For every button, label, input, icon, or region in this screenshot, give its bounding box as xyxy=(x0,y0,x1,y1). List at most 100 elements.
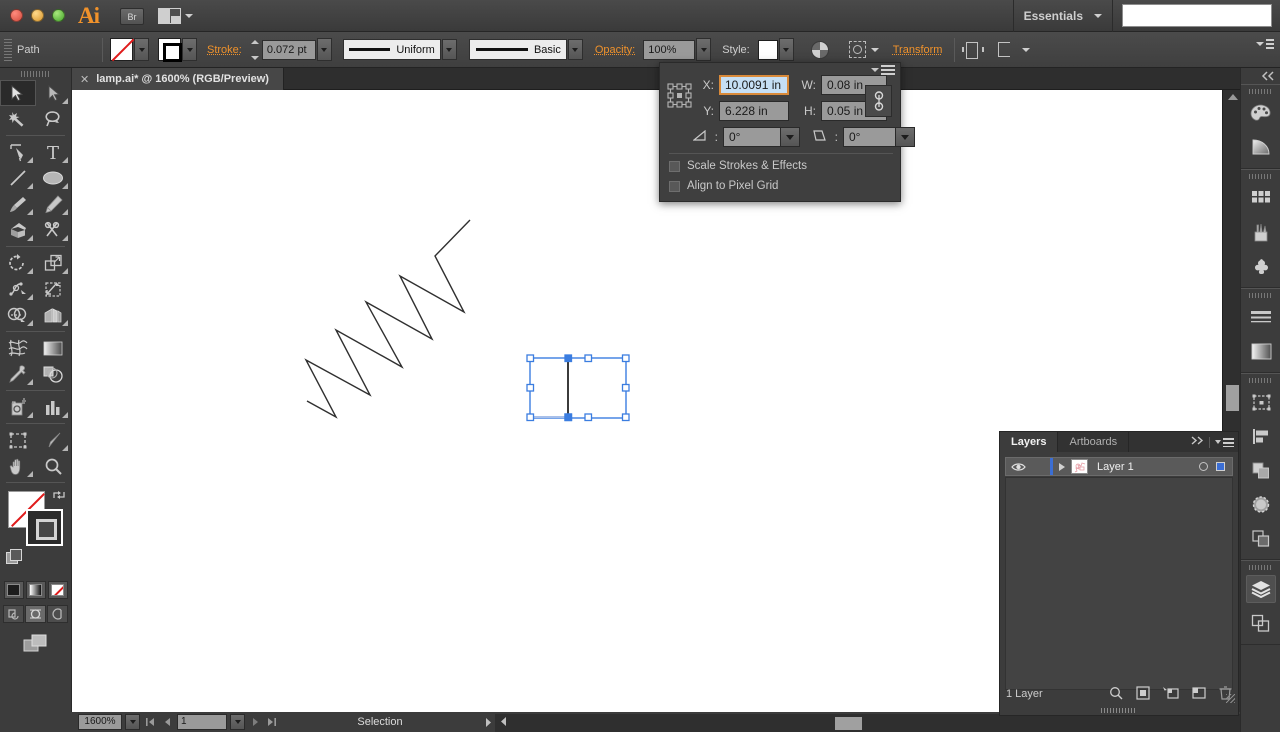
panel-resize-handle[interactable] xyxy=(1226,694,1235,703)
fill-swatch[interactable] xyxy=(110,38,133,61)
control-panel-menu-button[interactable] xyxy=(1256,39,1274,49)
lasso-tool[interactable] xyxy=(36,106,72,132)
maximize-window-button[interactable] xyxy=(52,9,65,22)
stroke-profile-select[interactable]: Uniform xyxy=(342,39,441,60)
blend-tool[interactable] xyxy=(36,361,72,387)
brush-definition-dropdown[interactable] xyxy=(567,39,583,60)
expand-panels-button[interactable] xyxy=(1191,436,1204,448)
default-fill-stroke-icon[interactable] xyxy=(6,549,22,564)
layers-list[interactable] xyxy=(1005,477,1233,690)
none-mode-button[interactable] xyxy=(47,581,68,599)
y-input[interactable]: 6.228 in xyxy=(719,101,789,121)
align-icon[interactable] xyxy=(962,42,985,59)
layer-row[interactable]: Layer 1 xyxy=(1005,457,1233,476)
artboards-panel-icon[interactable] xyxy=(1241,606,1280,640)
align-pixel-grid-checkbox[interactable] xyxy=(669,180,680,192)
stroke-weight-input[interactable]: 0.072 pt xyxy=(261,39,316,60)
layers-panel-icon[interactable] xyxy=(1241,572,1280,606)
gradient-panel-icon[interactable] xyxy=(1241,334,1280,368)
rotate-input[interactable]: 0° xyxy=(723,127,781,147)
isolate-selected-icon[interactable] xyxy=(848,41,866,58)
transform-panel-menu-button[interactable] xyxy=(871,65,895,75)
opacity-dropdown[interactable] xyxy=(696,38,712,61)
layer-name[interactable]: Layer 1 xyxy=(1097,461,1134,473)
shear-dropdown[interactable] xyxy=(896,127,915,147)
stroke-weight-dropdown[interactable] xyxy=(316,38,332,61)
scale-strokes-row[interactable]: Scale Strokes & Effects xyxy=(669,160,807,172)
create-new-layer-icon[interactable] xyxy=(1192,686,1206,703)
panel-bottom-grip[interactable] xyxy=(1000,705,1238,715)
color-panel-icon[interactable] xyxy=(1241,96,1280,130)
select-similar-icon[interactable] xyxy=(998,42,1016,57)
selection-tool[interactable] xyxy=(0,80,36,106)
shear-control[interactable]: 0° xyxy=(843,127,915,147)
brushes-panel-icon[interactable] xyxy=(1241,215,1280,249)
ellipse-tool[interactable] xyxy=(36,165,72,191)
scroll-up-icon[interactable] xyxy=(1228,94,1238,100)
transform-panel-icon[interactable] xyxy=(1241,385,1280,419)
recolor-artwork-icon[interactable] xyxy=(810,40,829,59)
window-controls[interactable] xyxy=(10,9,65,22)
locate-object-icon[interactable] xyxy=(1109,686,1123,703)
search-input[interactable] xyxy=(1122,4,1272,27)
create-new-sublayer-icon[interactable] xyxy=(1163,686,1179,703)
control-bar-grip[interactable] xyxy=(4,38,12,61)
color-mode-button[interactable] xyxy=(3,581,24,599)
transparency-panel-icon[interactable] xyxy=(1241,487,1280,521)
rotate-control[interactable]: 0° xyxy=(723,127,800,147)
magic-wand-tool[interactable] xyxy=(0,106,36,132)
symbol-sprayer-tool[interactable] xyxy=(0,394,36,420)
swap-fill-stroke-icon[interactable] xyxy=(52,489,66,501)
draw-inside-button[interactable] xyxy=(47,605,68,623)
close-window-button[interactable] xyxy=(10,9,23,22)
arrange-documents-button[interactable] xyxy=(158,7,196,25)
next-artboard-icon[interactable] xyxy=(248,714,262,730)
prev-artboard-icon[interactable] xyxy=(160,714,174,730)
draw-normal-button[interactable] xyxy=(3,605,24,623)
opacity-input[interactable]: 100% xyxy=(643,39,696,60)
type-tool[interactable]: T xyxy=(36,139,72,165)
chevron-down-icon[interactable] xyxy=(870,47,879,52)
rotate-tool[interactable] xyxy=(0,250,36,276)
draw-behind-button[interactable] xyxy=(25,605,46,623)
shape-builder-tool[interactable] xyxy=(0,302,36,328)
artboard-number-input[interactable]: 1 xyxy=(177,714,227,730)
make-clipping-mask-icon[interactable] xyxy=(1136,685,1150,703)
blob-brush-tool[interactable] xyxy=(0,217,36,243)
horizontal-scrollbar[interactable] xyxy=(495,714,1240,732)
swatches-panel-icon[interactable] xyxy=(1241,181,1280,215)
pen-tool[interactable] xyxy=(0,139,36,165)
pencil-tool[interactable] xyxy=(36,191,72,217)
layers-panel-menu-button[interactable] xyxy=(1215,437,1234,447)
target-circle-icon[interactable] xyxy=(1199,462,1208,471)
dock-group-grip[interactable] xyxy=(1248,89,1273,94)
document-tab[interactable]: ✕ lamp.ai* @ 1600% (RGB/Preview) xyxy=(72,68,284,90)
slice-tool[interactable] xyxy=(36,427,72,453)
expand-panels-button[interactable] xyxy=(1241,68,1280,84)
gradient-tool[interactable] xyxy=(36,335,72,361)
perspective-grid-tool[interactable] xyxy=(36,302,72,328)
horizontal-scrollbar-thumb[interactable] xyxy=(835,717,862,730)
constrain-proportions-button[interactable] xyxy=(865,85,892,117)
opacity-label[interactable]: Opacity: xyxy=(595,44,635,56)
status-menu-icon[interactable] xyxy=(481,717,495,728)
free-transform-tool[interactable] xyxy=(36,276,72,302)
vertical-scrollbar-thumb[interactable] xyxy=(1226,385,1239,411)
align-panel-icon[interactable] xyxy=(1241,419,1280,453)
zoom-level-dropdown[interactable] xyxy=(125,714,140,730)
stroke-profile-dropdown[interactable] xyxy=(441,39,457,60)
scale-tool[interactable] xyxy=(36,250,72,276)
minimize-window-button[interactable] xyxy=(31,9,44,22)
hand-tool[interactable] xyxy=(0,453,36,479)
stroke-weight-label[interactable]: Stroke: xyxy=(207,44,242,56)
dock-group-grip[interactable] xyxy=(1248,565,1273,570)
eye-icon[interactable] xyxy=(1006,462,1030,472)
mesh-tool[interactable] xyxy=(0,335,36,361)
symbols-panel-icon[interactable] xyxy=(1241,249,1280,283)
appearance-panel-icon[interactable] xyxy=(1241,521,1280,555)
scale-strokes-checkbox[interactable] xyxy=(669,160,680,172)
stroke-dropdown-button[interactable] xyxy=(182,38,197,61)
disclosure-triangle-icon[interactable] xyxy=(1059,462,1065,471)
reference-point-grid[interactable] xyxy=(667,83,693,109)
pathfinder-panel-icon[interactable] xyxy=(1241,453,1280,487)
